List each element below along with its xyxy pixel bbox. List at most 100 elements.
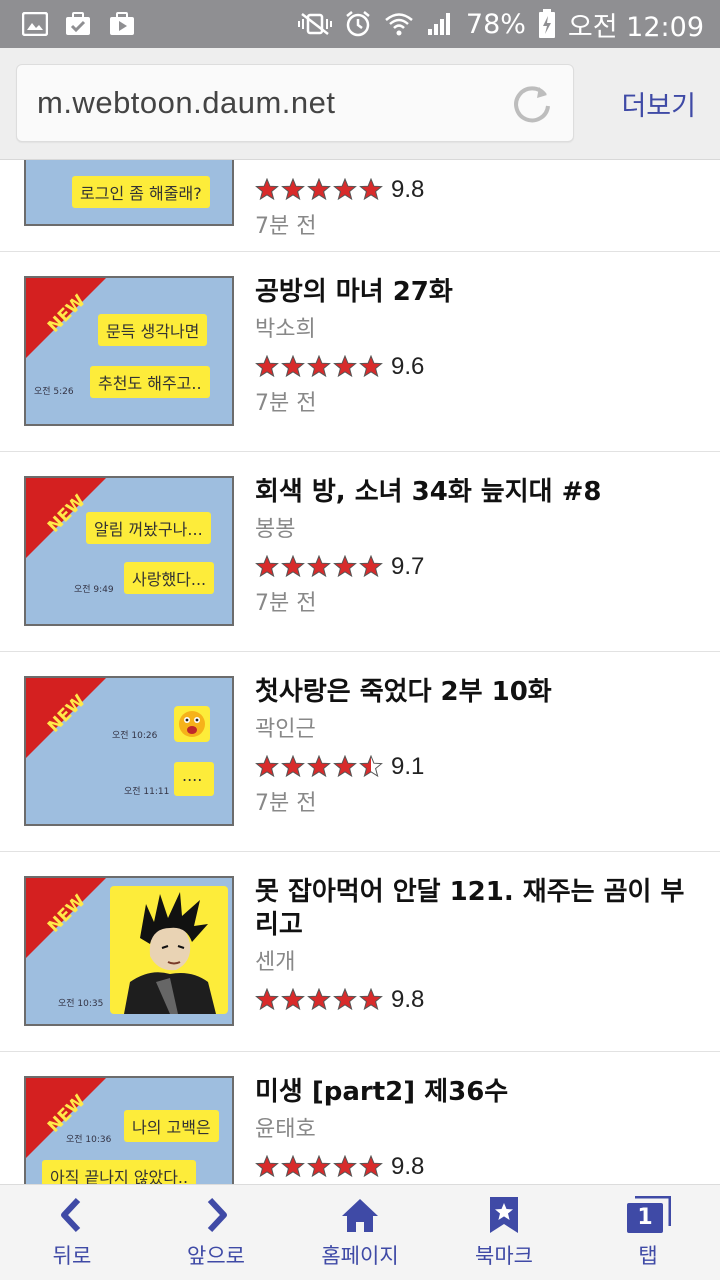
tabs-icon: 1 xyxy=(625,1195,671,1234)
list-item[interactable]: NEW 문득 생각나면 오전 5:26 추천도 해주고.. 공방의 마녀 27화… xyxy=(0,252,720,452)
new-ribbon-icon: NEW xyxy=(26,1078,106,1158)
battery-charging-icon xyxy=(538,9,556,39)
star-full-icon xyxy=(307,988,331,1011)
star-full-icon xyxy=(307,1155,331,1178)
forward-button[interactable]: 앞으로 xyxy=(144,1185,288,1280)
webtoon-title[interactable]: 회색 방, 소녀 34화 늪지대 #8 xyxy=(255,476,695,509)
star-rating xyxy=(255,755,383,779)
rating: 9.6 xyxy=(255,351,695,383)
forward-label: 앞으로 xyxy=(187,1243,245,1268)
character-illustration xyxy=(110,886,228,1014)
rating-score: 9.7 xyxy=(391,553,425,580)
star-full-icon xyxy=(281,555,305,578)
star-full-icon xyxy=(281,178,305,201)
star-full-icon xyxy=(359,355,383,378)
list-item[interactable]: NEW 오전 10:26 오전 11:11 .... 첫사랑은 죽었다 2부 1… xyxy=(0,652,720,852)
webtoon-title[interactable]: 못 잡아먹어 안달 121. 재주는 곰이 부리고 xyxy=(255,876,695,942)
rating-score: 9.6 xyxy=(391,353,425,380)
home-button[interactable]: 홈페이지 xyxy=(288,1185,432,1280)
update-time: 7분 전 xyxy=(255,591,317,616)
home-icon xyxy=(342,1198,378,1232)
address-bar[interactable]: m.webtoon.daum.net xyxy=(16,64,574,142)
star-full-icon xyxy=(307,755,331,778)
thumbnail[interactable]: 로그인 좀 해줄래? xyxy=(24,160,234,226)
new-ribbon-icon: NEW xyxy=(26,678,106,758)
thumbnail-time: 오전 5:26 xyxy=(34,387,74,397)
list-item[interactable]: 로그인 좀 해줄래? 9.8 7분 전 xyxy=(0,160,720,252)
webtoon-title[interactable]: 첫사랑은 죽었다 2부 10화 xyxy=(255,676,695,709)
tabs-label: 탭 xyxy=(638,1243,658,1268)
author: 윤태호 xyxy=(255,1117,316,1142)
star-full-icon xyxy=(281,355,305,378)
thumbnail[interactable]: NEW 알림 꺼놨구나... 오전 9:49 사랑했다... xyxy=(24,476,234,626)
star-full-icon xyxy=(255,355,279,378)
rating: 9.7 xyxy=(255,551,695,583)
bookmark-button[interactable]: 북마크 xyxy=(432,1185,576,1280)
star-full-icon xyxy=(359,988,383,1011)
update-time: 7분 전 xyxy=(255,791,317,816)
webtoon-title[interactable]: 미생 [part2] 제36수 xyxy=(255,1076,695,1109)
thumbnail[interactable]: NEW 오전 10:36 나의 고백은 아직 끝나지 않았다.. xyxy=(24,1076,234,1184)
update-time: 7분 전 xyxy=(255,214,317,239)
star-full-icon xyxy=(255,755,279,778)
browser-toolbar: m.webtoon.daum.net 더보기 xyxy=(0,48,720,160)
star-full-icon xyxy=(333,178,357,201)
thumbnail-time: 오전 9:49 xyxy=(74,585,114,595)
list-item[interactable]: NEW 오전 10:35 못 잡아먹어 안달 121. 재주는 곰이 부리고 센… xyxy=(0,852,720,1052)
thumbnail[interactable]: NEW 오전 10:26 오전 11:11 .... xyxy=(24,676,234,826)
author: 센개 xyxy=(255,950,296,975)
star-full-icon xyxy=(307,355,331,378)
tab-count: 1 xyxy=(637,1204,653,1230)
star-full-icon xyxy=(359,1155,383,1178)
tabs-button[interactable]: 1 탭 xyxy=(576,1185,720,1280)
home-label: 홈페이지 xyxy=(321,1243,399,1268)
star-full-icon xyxy=(333,1155,357,1178)
rating: 9.8 xyxy=(255,174,695,206)
thumbnail-time: 오전 10:36 xyxy=(66,1135,112,1145)
bottom-navigation: 뒤로 앞으로 홈페이지 북마크 1 탭 xyxy=(0,1184,720,1280)
star-full-icon xyxy=(333,355,357,378)
rating-score: 9.8 xyxy=(391,176,425,203)
bookmark-icon xyxy=(490,1196,518,1233)
back-label: 뒤로 xyxy=(52,1243,92,1268)
author: 봉봉 xyxy=(255,517,296,542)
vibrate-mute-icon xyxy=(297,12,332,36)
star-full-icon xyxy=(307,178,331,201)
star-full-icon xyxy=(255,555,279,578)
battery-percent: 78% xyxy=(465,8,526,40)
star-full-icon xyxy=(255,988,279,1011)
wifi-icon xyxy=(384,11,414,37)
status-bar: 78% 오전 12:09 xyxy=(0,0,720,48)
star-full-icon xyxy=(307,555,331,578)
thumbnail-time: 오전 10:35 xyxy=(58,999,104,1009)
more-button[interactable]: 더보기 xyxy=(621,84,696,123)
list-item[interactable]: NEW 오전 10:36 나의 고백은 아직 끝나지 않았다.. 미생 [par… xyxy=(0,1052,720,1184)
star-rating xyxy=(255,988,383,1012)
rating-score: 9.8 xyxy=(391,986,425,1013)
thumbnail-bubble: 아직 끝나지 않았다.. xyxy=(42,1160,197,1184)
list-item[interactable]: NEW 알림 꺼놨구나... 오전 9:49 사랑했다... 회색 방, 소녀 … xyxy=(0,452,720,652)
thumbnail-bubble: 사랑했다... xyxy=(124,562,215,594)
webtoon-title[interactable]: 공방의 마녀 27화 xyxy=(255,276,695,309)
task-notification-icon xyxy=(64,11,92,37)
gallery-notification-icon xyxy=(22,12,48,36)
clock: 오전 12:09 xyxy=(567,11,704,43)
thumbnail[interactable]: NEW 오전 10:35 xyxy=(24,876,234,1026)
thumbnail-time: 오전 10:26 xyxy=(112,731,158,741)
bookmark-label: 북마크 xyxy=(475,1243,533,1268)
reload-icon[interactable] xyxy=(511,83,553,125)
thumbnail-bubble: 로그인 좀 해줄래? xyxy=(72,176,210,208)
url-text[interactable]: m.webtoon.daum.net xyxy=(37,85,336,121)
rating-score: 9.1 xyxy=(391,753,425,780)
star-full-icon xyxy=(333,755,357,778)
back-button[interactable]: 뒤로 xyxy=(0,1185,144,1280)
rating: 9.8 xyxy=(255,984,695,1016)
thumbnail[interactable]: NEW 문득 생각나면 오전 5:26 추천도 해주고.. xyxy=(24,276,234,426)
star-full-icon xyxy=(359,555,383,578)
star-rating xyxy=(255,178,383,202)
star-full-icon xyxy=(333,555,357,578)
thumbnail-time: 오전 11:11 xyxy=(124,787,170,797)
new-ribbon-icon: NEW xyxy=(26,878,106,958)
forward-arrow-icon xyxy=(207,1197,227,1232)
thumbnail-bubble: 추천도 해주고.. xyxy=(90,366,210,398)
